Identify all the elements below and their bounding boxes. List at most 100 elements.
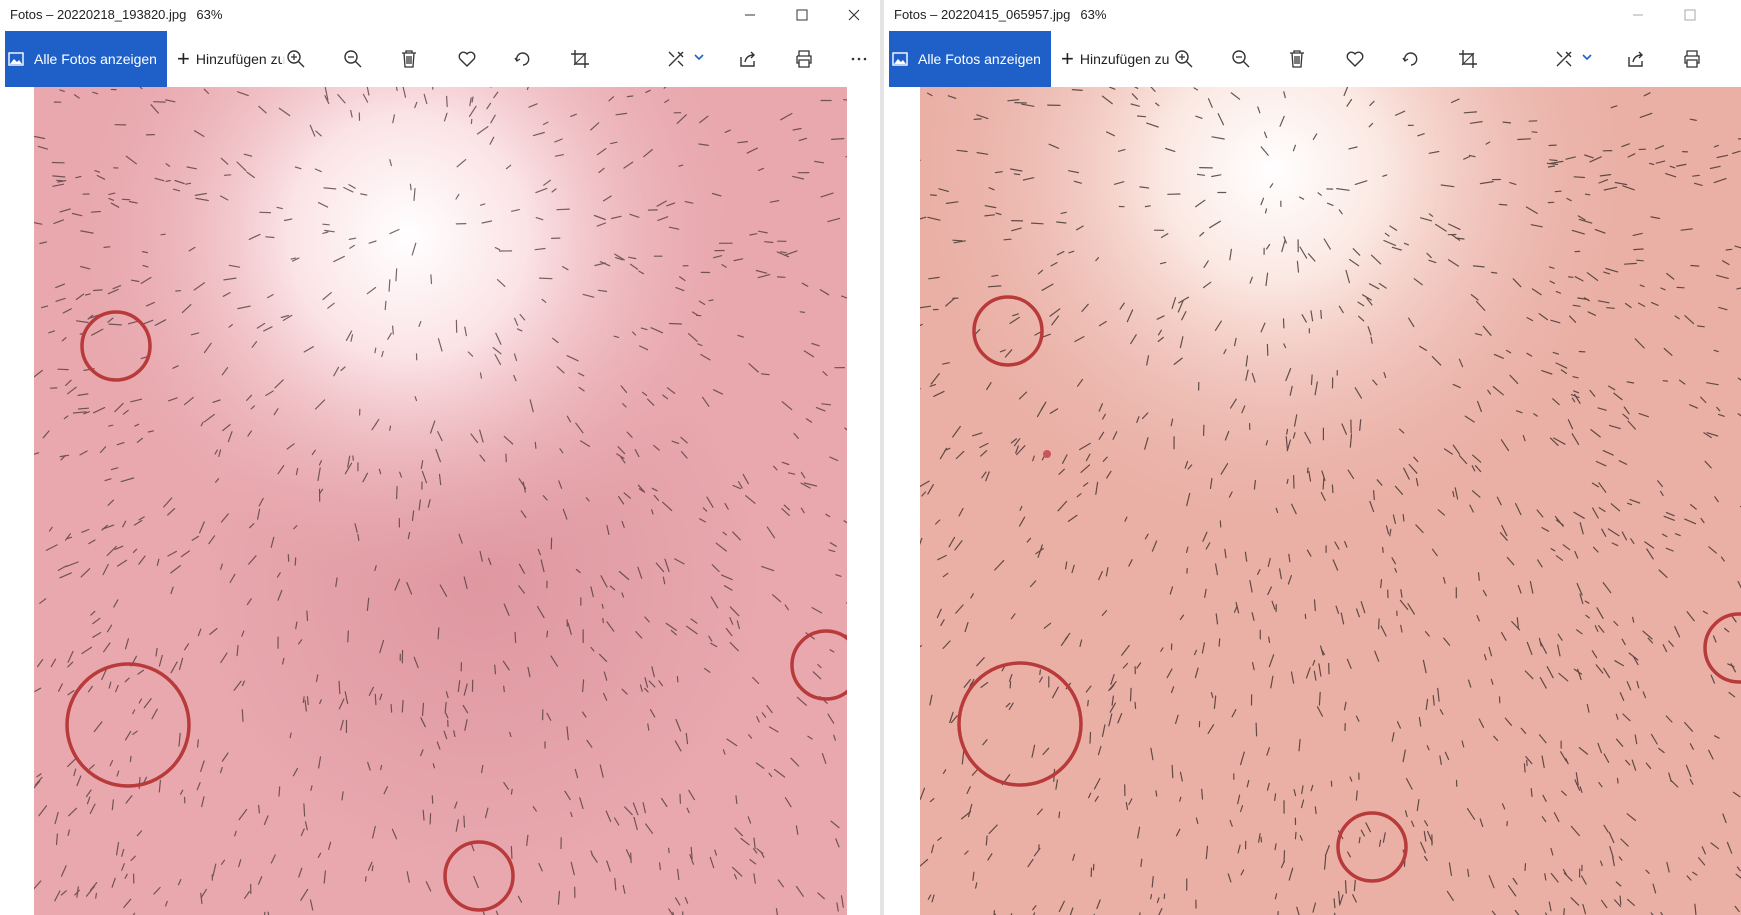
favorite-button[interactable] — [1341, 45, 1369, 73]
hair-strand — [1606, 307, 1615, 309]
zoom-out-button[interactable] — [1227, 45, 1255, 73]
zoom-level: 63% — [196, 7, 223, 22]
hair-strand — [265, 236, 275, 239]
hair-strand — [929, 194, 937, 197]
hair-strand — [364, 876, 367, 882]
hair-strand — [1201, 788, 1204, 800]
hair-strand — [1306, 467, 1309, 474]
hair-strand — [667, 847, 670, 854]
hair-strand — [1633, 248, 1644, 251]
hair-strand — [138, 776, 141, 790]
hair-strand — [306, 610, 309, 622]
edit-button[interactable] — [1550, 45, 1578, 73]
minimize-button[interactable] — [724, 0, 776, 30]
hair-strand — [1134, 701, 1137, 710]
hair-strand — [1009, 681, 1012, 689]
rotate-button[interactable] — [1397, 45, 1425, 73]
hair-strand — [556, 208, 570, 211]
hair-strand — [1313, 599, 1316, 612]
photo-canvas[interactable] — [34, 87, 847, 915]
photo-canvas[interactable] — [920, 87, 1741, 915]
hair-strand — [843, 99, 847, 101]
hair-strand — [1274, 793, 1277, 802]
zoom-in-icon — [1175, 50, 1193, 68]
hair-strand — [429, 813, 432, 825]
share-button[interactable] — [734, 45, 762, 73]
hair-strand — [347, 630, 349, 643]
hair-strand — [546, 630, 549, 638]
hair-strand — [306, 696, 309, 706]
hair-strand — [1136, 115, 1147, 118]
show-all-photos-button[interactable]: Alle Fotos anzeigen — [5, 31, 167, 87]
edit-icon — [1556, 51, 1572, 67]
show-all-photos-button[interactable]: Alle Fotos anzeigen — [889, 31, 1051, 87]
hair-strand — [1477, 572, 1480, 581]
print-button[interactable] — [1678, 45, 1706, 73]
hair-strand — [294, 557, 297, 566]
hair-strand — [1260, 836, 1263, 843]
hair-strand — [1322, 477, 1325, 490]
light-glare — [920, 87, 1741, 915]
minimize-icon — [1633, 14, 1643, 16]
delete-button[interactable] — [395, 45, 423, 73]
zoom-in-button[interactable] — [1170, 45, 1198, 73]
hair-strand — [1087, 699, 1089, 707]
close-button[interactable] — [828, 0, 880, 30]
hair-strand — [374, 693, 377, 706]
hair-strand — [389, 425, 392, 431]
delete-button[interactable] — [1283, 45, 1311, 73]
title-bar[interactable]: Fotos – 20220415_065957.jpg 63% — [884, 0, 1741, 30]
hair-strand — [77, 407, 90, 410]
chevron-down-icon[interactable] — [1581, 51, 1593, 63]
hair-strand — [1171, 764, 1174, 779]
hair-strand — [1358, 836, 1361, 844]
hair-strand — [108, 323, 122, 326]
title-bar[interactable]: Fotos – 20220218_193820.jpg 63% — [0, 0, 880, 30]
hair-strand — [510, 845, 513, 860]
hair-strand — [392, 325, 394, 335]
rotate-button[interactable] — [509, 45, 537, 73]
hair-strand — [1530, 787, 1533, 798]
zoom-in-button[interactable] — [282, 45, 310, 73]
hair-strand — [338, 680, 341, 695]
show-all-photos-label: Alle Fotos anzeigen — [918, 51, 1041, 67]
hair-strand — [1268, 636, 1271, 644]
edit-button[interactable] — [662, 45, 690, 73]
print-button[interactable] — [790, 45, 818, 73]
hair-strand — [197, 739, 199, 748]
hair-strand — [396, 486, 398, 500]
hair-strand — [1089, 731, 1092, 744]
hair-strand — [90, 210, 101, 213]
hair-strand — [1378, 618, 1380, 630]
hair-strand — [973, 118, 982, 121]
maximize-icon — [796, 9, 808, 21]
delete-icon — [1290, 50, 1304, 68]
hair-strand — [463, 815, 466, 828]
add-to-button[interactable]: + Hinzufügen zu — [177, 31, 285, 87]
crop-button[interactable] — [1454, 45, 1482, 73]
more-button[interactable] — [845, 45, 873, 73]
hair-strand — [1218, 638, 1221, 647]
zoom-out-button[interactable] — [339, 45, 367, 73]
chevron-down-icon[interactable] — [693, 51, 705, 63]
share-button[interactable] — [1622, 45, 1650, 73]
blemish — [1043, 450, 1051, 458]
hair-strand — [241, 709, 244, 723]
hair-strand — [278, 786, 281, 797]
minimize-button[interactable] — [1612, 0, 1664, 30]
maximize-button[interactable] — [776, 0, 828, 30]
hair-strand — [1286, 428, 1289, 435]
hair-strand — [160, 233, 166, 236]
add-to-button[interactable]: + Hinzufügen zu — [1061, 31, 1169, 87]
delete-icon — [402, 50, 416, 68]
share-icon — [1628, 51, 1643, 67]
add-to-label: Hinzufügen zu — [1079, 51, 1170, 67]
hair-strand — [1616, 777, 1619, 784]
crop-button[interactable] — [566, 45, 594, 73]
hair-strand — [1382, 546, 1384, 553]
hair-strand — [401, 699, 404, 713]
maximize-button[interactable] — [1664, 0, 1716, 30]
skin-photo — [920, 87, 1741, 915]
hair-strand — [1636, 259, 1644, 262]
favorite-button[interactable] — [453, 45, 481, 73]
